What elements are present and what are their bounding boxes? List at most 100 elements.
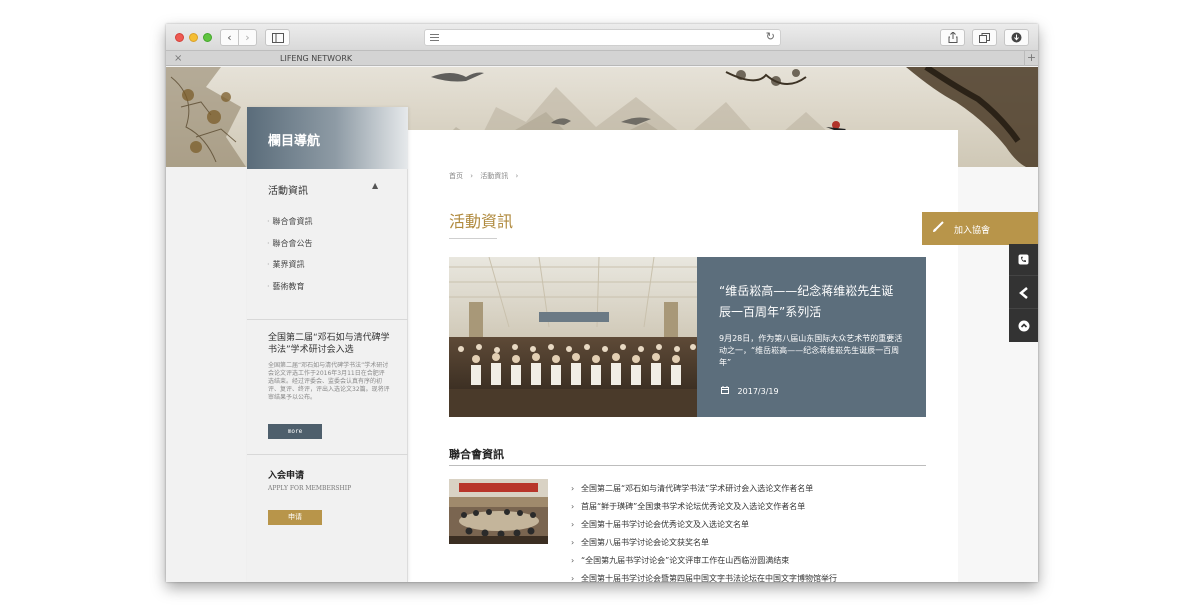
list-item[interactable]: › 首届“鲜于璜碑”全国隶书学术论坛优秀论文及入选论文作者名单	[571, 498, 931, 516]
left-margin	[166, 167, 247, 582]
sidebar-link-federation-news[interactable]: · 聯合會資訊	[267, 216, 313, 227]
feature-photo[interactable]	[449, 257, 697, 417]
address-bar[interactable]: ↻	[424, 29, 781, 46]
browser-toolbar: ‹ › ↻	[166, 24, 1038, 51]
zoom-window-button[interactable]	[203, 33, 212, 42]
list-item[interactable]: › “全国第九届书学讨论会”论文评审工作在山西临汾圆满结束	[571, 552, 931, 570]
sidebar-link-art-education[interactable]: · 藝術教育	[267, 281, 305, 292]
title-underline	[449, 238, 497, 239]
breadcrumb-separator-icon: ›	[470, 172, 474, 180]
back-tool-button[interactable]	[1009, 277, 1038, 309]
conference-hall-image	[449, 257, 697, 417]
news-thumbnail[interactable]	[449, 479, 548, 544]
sidebar-link-label: 藝術教育	[272, 282, 305, 291]
divider	[247, 319, 408, 320]
screen: ‹ › ↻ × LIFENG NETWORK + 欄目導航 活動資訊 ▲ · 聯…	[0, 0, 1189, 615]
list-item[interactable]: › 全国第十届书学讨论会暨第四届中国文字书法论坛在中国文字博物馆举行	[571, 570, 931, 582]
sidebar-link-label: 聯合會資訊	[272, 217, 313, 226]
browser-window: ‹ › ↻ × LIFENG NETWORK + 欄目導航 活動資訊 ▲ · 聯…	[166, 24, 1038, 582]
news-item-title[interactable]: 全国第二届“邓石如与清代碑学书法”学术研讨会入选论文作者名单	[581, 484, 813, 493]
page-title: 活動資訊	[449, 212, 514, 231]
divider	[247, 454, 408, 455]
arrow-up-circle-icon	[1018, 320, 1029, 332]
news-list: › 全国第二届“邓石如与清代碑学书法”学术研讨会入选论文作者名单 › 首届“鲜于璜碑…	[571, 480, 931, 582]
reload-icon[interactable]: ↻	[766, 30, 775, 43]
sidebar-icon	[271, 32, 284, 43]
close-window-button[interactable]	[175, 33, 184, 42]
tabs-overview-button[interactable]	[972, 29, 997, 46]
list-item[interactable]: › 全国第八届书学讨论会论文获奖名单	[571, 534, 931, 552]
share-icon	[948, 32, 957, 43]
feature-caption-panel[interactable]: “维岳崧高——纪念蒋维崧先生诞辰一百周年”系列活 9月28日，作为第八届山东国际…	[697, 257, 926, 417]
page-viewport: 欄目導航 活動資訊 ▲ · 聯合會資訊 · 聯合會公告 · 業界資訊 · 藝術教育 全国…	[166, 67, 1038, 582]
tab-close-icon[interactable]: ×	[174, 51, 182, 66]
back-button[interactable]: ‹	[220, 29, 239, 46]
minimize-window-button[interactable]	[189, 33, 198, 42]
feature-date-value: 2017/3/19	[737, 387, 779, 396]
forward-button[interactable]: ›	[238, 29, 257, 46]
news-item-title[interactable]: 全国第十届书学讨论会优秀论文及入选论文名单	[581, 520, 749, 529]
reader-icon[interactable]	[430, 34, 439, 41]
share-button[interactable]	[940, 29, 965, 46]
calendar-icon	[721, 386, 732, 396]
download-icon	[1011, 32, 1022, 43]
sidebar-news-title[interactable]: 全国第二届“邓石如与清代碑学书法”学术研讨会入选	[268, 332, 393, 356]
section-divider	[449, 465, 926, 466]
bullet-icon: ·	[267, 282, 270, 291]
news-item-title[interactable]: 全国第八届书学讨论会论文获奖名单	[581, 538, 709, 547]
breadcrumb-current[interactable]: 活動資訊	[480, 172, 508, 180]
bullet-icon: ·	[267, 260, 270, 269]
sidebar-link-label: 聯合會公告	[272, 239, 313, 248]
chevron-right-icon: ›	[571, 556, 575, 565]
sidebar: 欄目導航 活動資訊 ▲ · 聯合會資訊 · 聯合會公告 · 業界資訊 · 藝術教育 全国…	[247, 107, 408, 582]
phone-icon	[1018, 254, 1029, 265]
sidebar-link-label: 業界資訊	[272, 260, 305, 269]
floating-toolbar	[1009, 244, 1038, 342]
downloads-button[interactable]	[1004, 29, 1029, 46]
meeting-room-image	[449, 479, 548, 544]
news-item-title[interactable]: 首届“鲜于璜碑”全国隶书学术论坛优秀论文及入选论文作者名单	[581, 502, 805, 511]
sidebar-toggle-button[interactable]	[265, 29, 290, 46]
more-button[interactable]: more	[268, 424, 322, 439]
sidebar-heading: 欄目導航	[268, 134, 321, 149]
chevron-right-icon: ›	[571, 538, 575, 547]
join-association-button[interactable]: 加入協會	[922, 212, 1038, 245]
chevron-right-icon: ›	[571, 502, 575, 511]
sidebar-link-industry-news[interactable]: · 業界資訊	[267, 259, 305, 270]
list-item[interactable]: › 全国第十届书学讨论会优秀论文及入选论文名单	[571, 516, 931, 534]
back-to-top-button[interactable]	[1009, 310, 1038, 342]
sidebar-news-summary: 全国第二届“邓石如与清代碑学书法”学术研讨会论文评选工作于2016年3月11日在…	[268, 362, 390, 401]
news-item-title[interactable]: “全国第九届书学讨论会”论文评审工作在山西临汾圆满结束	[581, 556, 789, 565]
breadcrumb-separator-icon: ›	[515, 172, 519, 180]
breadcrumb-home[interactable]: 首页	[449, 172, 463, 180]
section-title: 聯合會資訊	[449, 448, 504, 461]
chevron-right-icon: ›	[571, 520, 575, 529]
new-tab-button[interactable]: +	[1024, 51, 1038, 66]
apply-title: 入会申请	[268, 471, 305, 481]
feature-title[interactable]: “维岳崧高——纪念蒋维崧先生诞辰一百周年”系列活	[719, 281, 905, 323]
brush-icon	[932, 221, 944, 236]
chevron-right-icon: ›	[245, 31, 250, 44]
join-label: 加入協會	[954, 226, 991, 236]
bullet-icon: ·	[267, 217, 270, 226]
breadcrumb: 首页 › 活動資訊 ›	[449, 171, 518, 181]
chevron-right-icon: ›	[571, 574, 575, 582]
sidebar-category-activity[interactable]: 活動資訊	[268, 182, 308, 197]
news-item-title[interactable]: 全国第十届书学讨论会暨第四届中国文字书法论坛在中国文字博物馆举行	[581, 574, 837, 582]
sidebar-link-federation-notice[interactable]: · 聯合會公告	[267, 238, 313, 249]
tab-bar: × LIFENG NETWORK +	[166, 51, 1038, 66]
feature-description: 9月28日，作为第八届山东国际大众艺术节的重要活动之一，“维岳崧高——纪念蒋维崧…	[719, 334, 903, 367]
list-item[interactable]: › 全国第二届“邓石如与清代碑学书法”学术研讨会入选论文作者名单	[571, 480, 931, 498]
tab-title[interactable]: LIFENG NETWORK	[280, 51, 352, 66]
chevron-right-icon: ›	[571, 484, 575, 493]
collapse-caret-icon[interactable]: ▲	[372, 181, 378, 190]
chevron-left-icon	[1018, 287, 1028, 299]
apply-subtitle: APPLY FOR MEMBERSHIP	[268, 485, 352, 492]
phone-button[interactable]	[1009, 244, 1038, 276]
feature-date: 2017/3/19	[721, 386, 779, 396]
chevron-left-icon: ‹	[227, 31, 232, 44]
sidebar-header: 欄目導航	[247, 107, 408, 169]
apply-button[interactable]: 申请	[268, 510, 322, 525]
tabs-icon	[979, 32, 990, 43]
bullet-icon: ·	[267, 239, 270, 248]
